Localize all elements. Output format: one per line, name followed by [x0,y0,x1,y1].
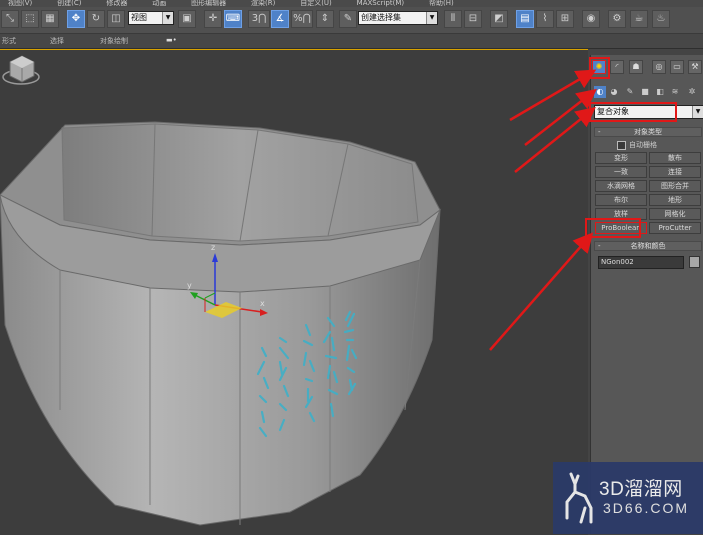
terrain-button[interactable]: 地形 [649,194,701,206]
reference-coordinate-dropdown[interactable]: 视图 ▼ [128,11,174,25]
material-editor-icon[interactable]: ◉ [582,10,600,28]
mesher-button[interactable]: 网格化 [649,208,701,220]
connect-button[interactable]: 连接 [649,166,701,178]
align-icon[interactable]: ⊟ [464,10,482,28]
name-color-title: 名称和颜色 [630,242,666,250]
named-selection-value: 创建选择集 [361,13,401,22]
conform-button[interactable]: 一致 [595,166,647,178]
scene-explorer-icon[interactable]: ▤ [516,10,534,28]
snap-toggle-icon[interactable]: 3⋂ [248,10,270,28]
name-color-rollout-header[interactable]: - 名称和颜色 [594,241,702,251]
object-color-swatch[interactable] [689,256,700,268]
menu-help[interactable]: 帮助(H) [429,0,454,7]
blobmesh-button[interactable]: 水滴网格 [595,180,647,192]
proboolean-button[interactable]: ProBoolean [595,222,647,234]
menu-rendering[interactable]: 渲染(R) [251,0,275,7]
watermark-brand: 3D溜溜网 [599,479,683,500]
deer-logo-icon [565,472,593,524]
render-setup-icon[interactable]: ⚙ [608,10,626,28]
chevron-down-icon: ▼ [162,12,173,24]
category-value: 复合对象 [597,107,629,116]
ribbon-tab-selection[interactable]: 选择 [50,36,64,46]
select-manipulate-icon[interactable]: ✛ [204,10,222,28]
collapse-icon: - [598,128,601,136]
ribbon-options-icon[interactable]: ▬• [166,36,177,44]
ribbon-tab-modeling[interactable]: 形式 [2,36,16,46]
select-region-icon[interactable]: ⬚ [21,10,39,28]
transform-gizmo[interactable]: z x y [0,50,588,535]
rendered-frame-icon[interactable]: ☕ [630,10,648,28]
chevron-down-icon: ▼ [426,12,437,24]
select-move-icon[interactable]: ✥ [67,10,85,28]
mirror-icon[interactable]: ⫴ [444,10,462,28]
shapes-icon[interactable]: ◕ [608,86,620,98]
angle-snap-icon[interactable]: ∡ [271,10,289,28]
command-panel-tabs: ✺ ◜ ☗ ◎ ▭ ⚒ [591,60,703,78]
menu-graph-editors[interactable]: 图形编辑器 [191,0,226,7]
perspective-viewport[interactable]: z x y [0,49,588,535]
collapse-icon: - [598,242,601,250]
menu-create[interactable]: 创建(C) [57,0,81,7]
menu-modifiers[interactable]: 修改器 [106,0,127,7]
object-type-title: 对象类型 [634,128,662,136]
keyboard-shortcut-icon[interactable]: ⌨ [224,10,242,28]
layer-manager-icon[interactable]: ◩ [490,10,508,28]
window-crossing-icon[interactable]: ▦ [41,10,59,28]
boolean-button[interactable]: 布尔 [595,194,647,206]
auto-grid-row[interactable]: 自动栅格 [617,140,657,150]
menu-view[interactable]: 视图(V) [8,0,32,7]
loft-button[interactable]: 放样 [595,208,647,220]
ribbon-bar: 形式 选择 对象绘制 ▬• [0,34,703,49]
watermark-logo: 3D溜溜网 3D66.COM [553,462,703,534]
cameras-icon[interactable]: ■ [639,86,651,98]
procutter-button[interactable]: ProCutter [649,222,701,234]
geometry-icon[interactable]: ◐ [594,86,606,98]
systems-icon[interactable]: ✲ [686,86,698,98]
edit-named-selection-icon[interactable]: ✎ [339,10,357,28]
menu-customize[interactable]: 自定义(U) [300,0,332,7]
object-name-field[interactable]: NGon002 [598,256,684,269]
schematic-view-icon[interactable]: ⊞ [556,10,574,28]
percent-label: % [293,13,303,24]
main-toolbar: ⤡ ⬚ ▦ ✥ ↻ ◫ 视图 ▼ ▣ ✛ ⌨ 3⋂ ∡ %⋂ ⇕ ✎ 创建选择集… [0,7,703,34]
object-type-rollout-header[interactable]: - 对象类型 [594,127,702,137]
helpers-icon[interactable]: ◧ [654,86,666,98]
menu-animation[interactable]: 动画 [152,0,166,7]
tab-modify-icon[interactable]: ◜ [610,60,624,74]
tab-motion-icon[interactable]: ◎ [652,60,666,74]
morph-button[interactable]: 变形 [595,152,647,164]
select-scale-icon[interactable]: ◫ [107,10,125,28]
viewcube-icon[interactable] [0,50,46,90]
reference-coordinate-value: 视图 [131,13,147,22]
menu-maxscript[interactable]: MAXScript(M) [357,0,404,7]
tab-create-icon[interactable]: ✺ [592,60,606,74]
gizmo-z-label: z [211,243,215,252]
tab-utilities-icon[interactable]: ⚒ [688,60,702,74]
shapemerge-button[interactable]: 图形合并 [649,180,701,192]
percent-snap-icon[interactable]: %⋂ [291,10,313,28]
space-warps-icon[interactable]: ≋ [669,86,681,98]
menu-bar: 视图(V) 创建(C) 修改器 动画 图形编辑器 渲染(R) 自定义(U) MA… [0,0,703,7]
lights-icon[interactable]: ✎ [624,86,636,98]
gizmo-y-label: y [187,281,192,290]
gizmo-x-label: x [260,299,265,308]
create-subtabs: ◐ ◕ ✎ ■ ◧ ≋ ✲ [594,86,702,100]
scatter-button[interactable]: 散布 [649,152,701,164]
tab-display-icon[interactable]: ▭ [670,60,684,74]
select-rotate-icon[interactable]: ↻ [87,10,105,28]
chevron-down-icon: ▼ [692,106,703,118]
spinner-snap-icon[interactable]: ⇕ [316,10,334,28]
select-link-icon[interactable]: ⤡ [1,10,19,28]
snap-3-label: 3 [251,13,259,24]
pivot-center-icon[interactable]: ▣ [178,10,196,28]
curve-editor-icon[interactable]: ⌇ [536,10,554,28]
category-dropdown[interactable]: 复合对象 ▼ [594,105,703,119]
ribbon-tab-object-paint[interactable]: 对象绘制 [100,36,128,46]
render-production-icon[interactable]: ♨ [652,10,670,28]
auto-grid-label: 自动栅格 [629,141,657,149]
named-selection-dropdown[interactable]: 创建选择集 ▼ [358,11,438,25]
watermark-url: 3D66.COM [603,500,690,516]
tab-hierarchy-icon[interactable]: ☗ [629,60,643,74]
auto-grid-checkbox[interactable] [617,140,626,150]
